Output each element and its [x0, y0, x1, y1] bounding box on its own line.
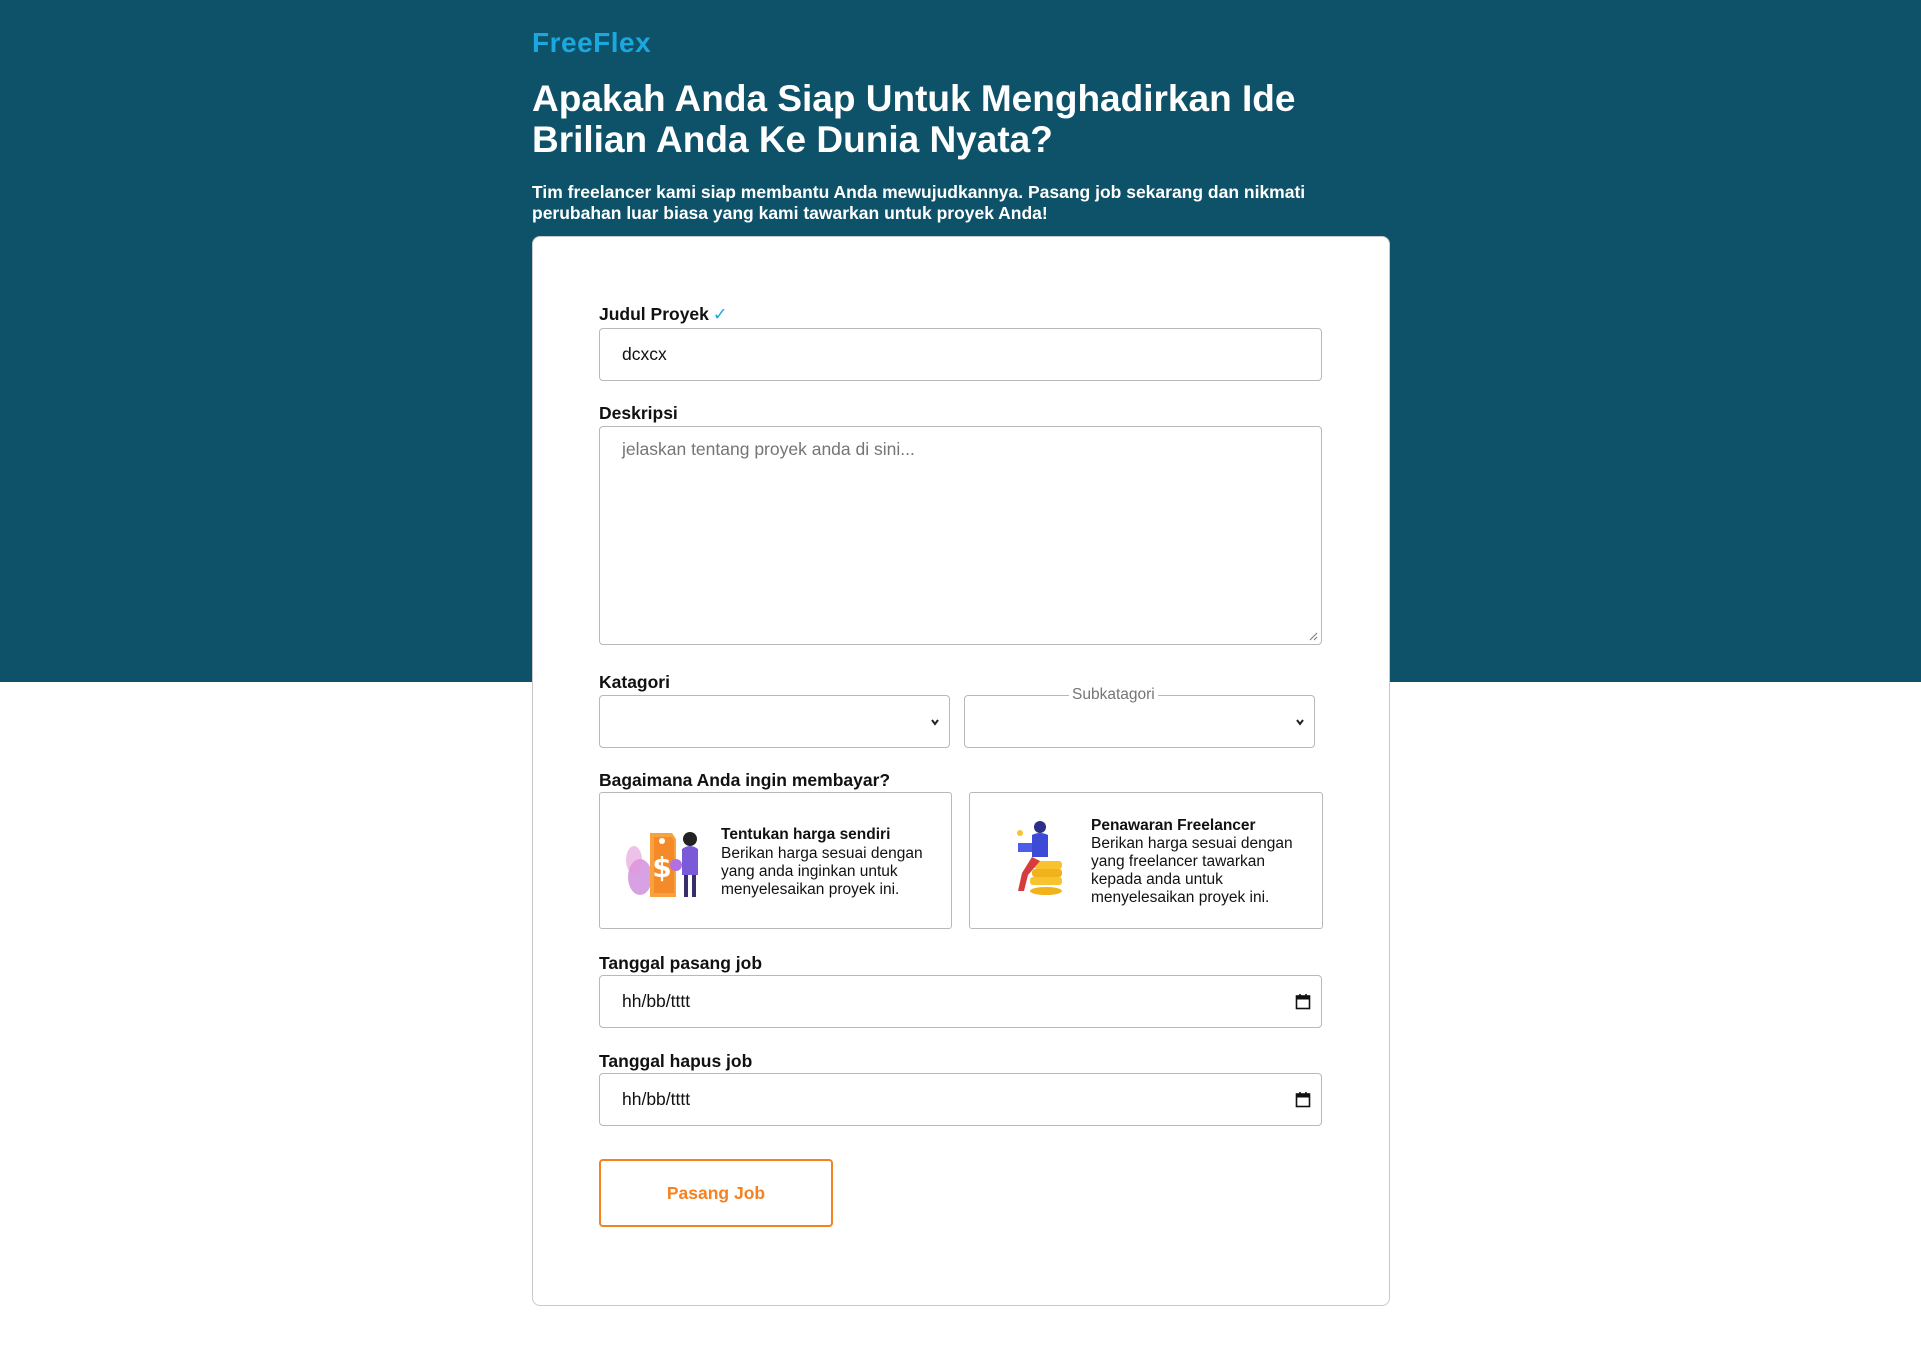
subcategory-select[interactable]: Subkatagori [964, 686, 1315, 748]
chevron-down-icon [1296, 719, 1304, 726]
payment-option-description: Berikan harga sesuai dengan yang freelan… [1091, 835, 1293, 906]
payment-option-title: Tentukan harga sendiri [721, 826, 891, 843]
resize-grip-icon[interactable] [1309, 632, 1318, 641]
delete-date-value: hh/bb/tttt [622, 1089, 691, 1109]
description-label: Deskripsi [599, 403, 678, 423]
payment-option-own-price[interactable]: $ Tentukan harga sendiri Berikan harga s… [599, 792, 952, 929]
post-date-value: hh/bb/tttt [622, 991, 691, 1011]
calendar-icon[interactable] [1295, 993, 1311, 1010]
price-tag-illustration-icon: $ [626, 832, 698, 897]
subcategory-label: Subkatagori [1069, 686, 1158, 704]
title-label-text: Judul Proyek [599, 304, 709, 324]
svg-text:$: $ [652, 851, 671, 884]
post-job-card: Judul Proyek ✓ dcxcx Deskripsi jelaskan t… [532, 236, 1390, 1306]
calendar-icon[interactable] [1295, 1091, 1311, 1108]
payment-option-title: Penawaran Freelancer [1091, 817, 1256, 834]
brand-logo[interactable]: FreeFlex [532, 27, 651, 59]
freelancer-coins-illustration-icon [1017, 821, 1062, 895]
payment-label: Bagaimana Anda ingin membayar? [599, 770, 891, 790]
post-date-input[interactable]: hh/bb/tttt [599, 975, 1322, 1028]
chevron-down-icon [931, 719, 939, 726]
submit-job-button[interactable]: Pasang Job [599, 1159, 833, 1227]
title-field-label: Judul Proyek ✓ [599, 304, 728, 325]
project-title-value: dcxcx [622, 344, 667, 364]
project-title-input[interactable]: dcxcx [599, 328, 1322, 381]
payment-options: $ Tentukan harga sendiri Berikan harga s… [599, 792, 1324, 932]
description-textarea[interactable]: jelaskan tentang proyek anda di sini... [599, 426, 1322, 645]
payment-option-description: Berikan harga sesuai dengan yang anda in… [721, 845, 923, 898]
category-select[interactable] [599, 695, 950, 748]
payment-option-freelancer-offer[interactable]: Penawaran Freelancer Berikan harga sesua… [969, 792, 1323, 929]
page-subline: Tim freelancer kami siap membantu Anda m… [532, 182, 1306, 223]
valid-check-icon: ✓ [712, 304, 728, 324]
category-label: Katagori [599, 672, 670, 692]
description-placeholder: jelaskan tentang proyek anda di sini... [622, 439, 915, 459]
page-headline: Apakah Anda Siap Untuk Menghadirkan Ide … [532, 78, 1296, 160]
post-date-label: Tanggal pasang job [599, 953, 763, 973]
delete-date-input[interactable]: hh/bb/tttt [599, 1073, 1322, 1126]
delete-date-label: Tanggal hapus job [599, 1051, 753, 1071]
